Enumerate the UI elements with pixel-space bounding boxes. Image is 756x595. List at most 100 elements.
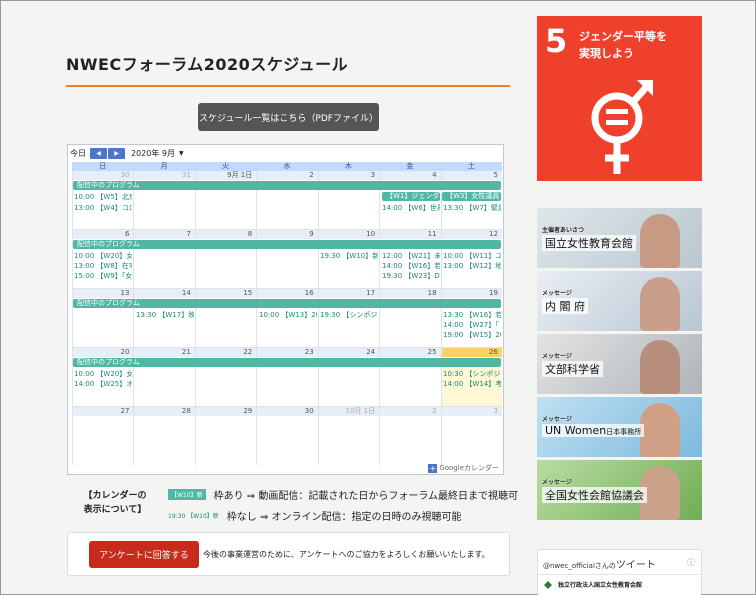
banner-org: 全国女性会館協議会 bbox=[542, 487, 647, 503]
event-item[interactable]: 14:00 【W6】世界 bbox=[382, 203, 440, 213]
prev-month-icon[interactable]: ◀ bbox=[90, 148, 107, 159]
event-item[interactable]: 13:30 【W16】若 bbox=[443, 310, 501, 320]
sdg-goal-5-card[interactable]: 5 ジェンダー平等を 実現しよう bbox=[537, 16, 702, 181]
banner-org: UN Women日本事務所 bbox=[542, 424, 645, 437]
day-number-today: 26 bbox=[440, 348, 502, 357]
next-month-icon[interactable]: ▶ bbox=[108, 148, 125, 159]
day-number: 14 bbox=[133, 289, 194, 298]
weekday-label: 日 bbox=[99, 162, 107, 170]
day-number: 30 bbox=[72, 171, 133, 180]
event-item[interactable]: 19:30 【W23】DV bbox=[382, 271, 440, 281]
event-item[interactable]: 12:00 【W21】未 bbox=[382, 251, 440, 261]
page-frame: NWECフォーラム2020スケジュール スケジュール一覧はこちら（PDFファイル… bbox=[0, 0, 756, 595]
title-divider bbox=[66, 85, 510, 87]
message-banner-mext[interactable]: メッセージ 文部科学省 bbox=[537, 334, 702, 394]
banner-label: メッセージ bbox=[542, 290, 572, 297]
event-item[interactable]: 13:30 【W7】緊急 bbox=[443, 203, 501, 213]
twitter-timeline[interactable]: @nwec_officialさんのツイート ⓘ 独立行政法人国立女性教育会館 bbox=[537, 549, 702, 595]
event-item[interactable]: 13:00 【W8】在宅 bbox=[74, 261, 132, 271]
message-banner-un-women[interactable]: メッセージ UN Women日本事務所 bbox=[537, 397, 702, 457]
day-number: 18 bbox=[379, 289, 440, 298]
day-number: 7 bbox=[133, 230, 194, 239]
month-dropdown-icon[interactable]: ▼ bbox=[179, 150, 184, 157]
twitter-handle[interactable]: @nwec_officialさんの bbox=[543, 562, 616, 570]
event-item[interactable]: 19:30 【W10】新 bbox=[320, 251, 378, 261]
event-item[interactable]: 13:00 【W12】地 bbox=[443, 261, 501, 271]
event-item[interactable]: 14:00 【W16】若 bbox=[382, 261, 440, 271]
gender-equality-icon bbox=[587, 76, 657, 180]
program-bar[interactable]: 配信中のプログラム bbox=[73, 299, 501, 308]
twitter-divider bbox=[538, 574, 701, 575]
banner-org-name: UN Women bbox=[545, 424, 607, 437]
program-bar[interactable]: 【W3】女性議員 bbox=[442, 192, 501, 201]
twitter-heading: ツイート bbox=[615, 560, 656, 571]
calendar-month: 2020年 9月 bbox=[131, 149, 175, 158]
info-icon[interactable]: ⓘ bbox=[687, 557, 695, 568]
event-item[interactable]: 10:30 【シンポジ bbox=[443, 369, 501, 379]
day-number: 23 bbox=[256, 348, 317, 357]
banner-org: 内 閣 府 bbox=[542, 298, 588, 314]
event-item[interactable]: 19:00 【W15】20 bbox=[443, 330, 501, 340]
event-item[interactable]: 13:00 【W4】コロ bbox=[74, 203, 132, 213]
banner-label: メッセージ bbox=[542, 479, 572, 486]
weekday-label: 木 bbox=[344, 162, 352, 170]
survey-box: アンケートに回答する 今後の事業運営のために、アンケートへのご協力をよろしくお願… bbox=[67, 532, 510, 576]
program-bar[interactable]: 【W1】ジェンダ bbox=[382, 192, 440, 201]
survey-text: 今後の事業運営のために、アンケートへのご協力をよろしくお願いいたします。 bbox=[203, 550, 490, 559]
legend-title: 【カレンダーの 表示について】 bbox=[83, 491, 147, 515]
day-number: 3 bbox=[317, 171, 379, 180]
twitter-account-name[interactable]: 独立行政法人国立女性教育会館 bbox=[558, 580, 642, 589]
event-item[interactable]: 14:00 【W25】オ bbox=[74, 379, 132, 389]
event-item[interactable]: 13:30 【W17】映 bbox=[136, 310, 194, 320]
event-item[interactable]: 19:30 【シンポジウ bbox=[320, 310, 378, 320]
pdf-schedule-button[interactable]: スケジュール一覧はこちら（PDFファイル） bbox=[198, 103, 379, 131]
program-bar[interactable]: 配信中のプログラム bbox=[73, 358, 501, 367]
add-calendar-icon[interactable]: + bbox=[428, 463, 438, 473]
event-item[interactable]: 10:00 【W13】20 bbox=[259, 310, 317, 320]
weekday-label: 水 bbox=[283, 162, 291, 170]
legend-row-plain: 19:30 【W10】新 枠なし ⇒ オンライン配信：指定の日時のみ視聴可能 bbox=[168, 508, 462, 523]
day-number: 25 bbox=[379, 348, 440, 357]
legend-row-framed: 【W10】新 枠あり ⇒ 動画配信：記載された日からフォーラム最終日まで視聴可 bbox=[168, 487, 518, 502]
google-calendar-label: Googleカレンダー bbox=[439, 464, 499, 472]
program-bar[interactable]: 配信中のプログラム bbox=[73, 181, 501, 190]
day-number: 24 bbox=[317, 348, 379, 357]
banner-label: メッセージ bbox=[542, 416, 572, 423]
event-item[interactable]: 10:00 【W20】女 bbox=[74, 369, 132, 379]
day-number: 21 bbox=[133, 348, 194, 357]
event-item[interactable]: 10:00 【W20】女 bbox=[74, 251, 132, 261]
survey-button[interactable]: アンケートに回答する bbox=[89, 541, 199, 568]
weekday-header: 日 月 火 水 木 金 土 bbox=[72, 162, 502, 171]
day-number: 8 bbox=[194, 230, 256, 239]
day-number: 3 bbox=[440, 407, 502, 416]
day-number: 16 bbox=[256, 289, 317, 298]
event-item[interactable]: 10:00 【W11】ユ bbox=[443, 251, 501, 261]
message-banner-women-centers[interactable]: メッセージ 全国女性会館協議会 bbox=[537, 460, 702, 520]
calendar-toolbar: 今日 ◀ ▶ 2020年 9月 ▼ bbox=[68, 145, 503, 162]
twitter-header: @nwec_officialさんのツイート bbox=[543, 556, 656, 571]
calendar-week: 13 14 15 16 17 18 19 配信中のプログラム 13:30 【W1… bbox=[72, 289, 502, 348]
day-number: 13 bbox=[72, 289, 133, 298]
legend-text: 枠なし ⇒ オンライン配信：指定の日時のみ視聴可能 bbox=[226, 512, 462, 523]
weekday-label: 金 bbox=[406, 162, 414, 170]
day-number: 22 bbox=[194, 348, 256, 357]
calendar-week: 6 7 8 9 10 11 12 配信中のプログラム 10:00 【W20】女 … bbox=[72, 230, 502, 289]
event-item[interactable]: 15:00 【W9】「女 bbox=[74, 271, 132, 281]
event-item[interactable]: 10:00 【W5】北京 bbox=[74, 192, 132, 202]
day-number: 30 bbox=[256, 407, 317, 416]
google-calendar-link[interactable]: + Googleカレンダー bbox=[428, 463, 499, 473]
today-button[interactable]: 今日 bbox=[70, 148, 86, 159]
weekday-label: 土 bbox=[467, 162, 475, 170]
message-banner-cabinet-office[interactable]: メッセージ 内 閣 府 bbox=[537, 271, 702, 331]
banner-org: 国立女性教育会館 bbox=[542, 235, 636, 251]
day-number: 19 bbox=[440, 289, 502, 298]
banner-label: メッセージ bbox=[542, 353, 572, 360]
program-bar[interactable]: 配信中のプログラム bbox=[73, 240, 501, 249]
day-number: 15 bbox=[194, 289, 256, 298]
day-number: 28 bbox=[133, 407, 194, 416]
weekday-label: 火 bbox=[222, 162, 230, 170]
sdg-text: ジェンダー平等を 実現しよう bbox=[579, 30, 667, 60]
event-item[interactable]: 14:00 【W27】「 bbox=[443, 320, 501, 330]
message-banner-nwec[interactable]: 主催者あいさつ 国立女性教育会館 bbox=[537, 208, 702, 268]
event-item[interactable]: 14:00 【W14】考 bbox=[443, 379, 501, 389]
